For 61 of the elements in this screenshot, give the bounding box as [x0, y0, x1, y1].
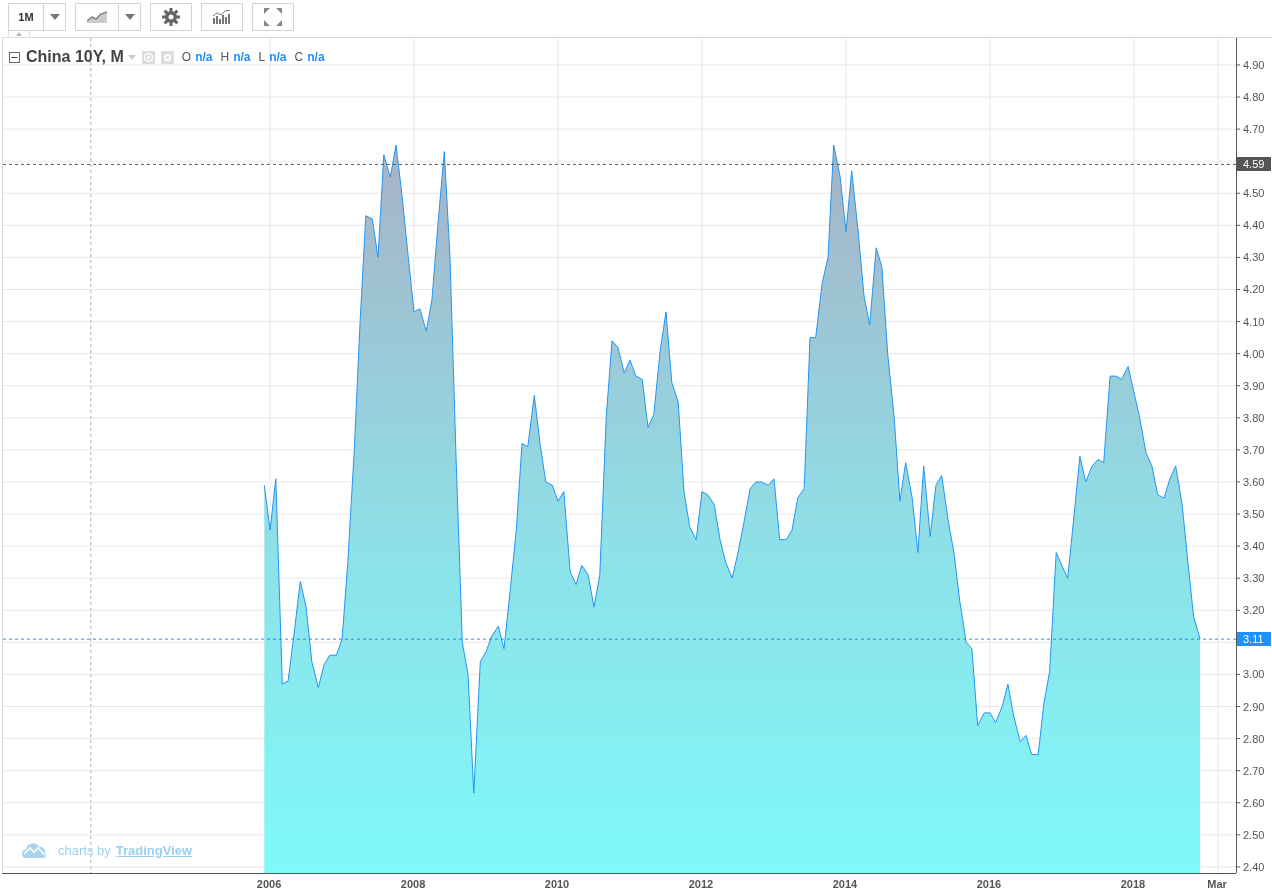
collapse-icon[interactable] [9, 51, 20, 63]
ohlc-value: n/a [233, 50, 251, 64]
price-tick-label: 2.60 [1243, 796, 1265, 809]
indicators-button[interactable] [201, 3, 243, 31]
time-label: 2014 [832, 878, 858, 890]
price-tick-label: 4.40 [1243, 219, 1265, 232]
time-label: 2012 [688, 878, 714, 890]
price-label: 4.59 [1237, 157, 1271, 172]
ohlc-label: H [220, 50, 230, 64]
settings-button[interactable] [150, 3, 192, 31]
interval-button[interactable]: 1M [8, 3, 44, 31]
price-tick-label: 2.70 [1243, 764, 1265, 777]
fullscreen-icon [264, 8, 282, 26]
price-tick-label: 4.80 [1243, 91, 1265, 103]
attribution-text: charts by [58, 842, 111, 858]
time-label: 2010 [544, 878, 570, 890]
cloud-logo-icon [21, 842, 47, 858]
caret-icon [49, 14, 60, 20]
price-tick-label: 4.10 [1243, 315, 1265, 328]
ohlc-value: n/a [269, 50, 287, 64]
triangle-icon [16, 32, 22, 36]
price-tick-label: 4.50 [1243, 187, 1265, 200]
price-label: 3.11 [1237, 632, 1271, 647]
interval-dropdown[interactable] [44, 3, 66, 31]
ohlc-label: L [258, 50, 266, 64]
time-label: 2006 [256, 878, 282, 890]
price-tick-label: 3.80 [1243, 411, 1265, 424]
time-label: Mar [1207, 878, 1227, 890]
price-tick-label: 2.50 [1243, 828, 1265, 841]
price-tick-label: 2.40 [1243, 860, 1265, 873]
caret-icon [124, 14, 135, 20]
price-tick-label: 3.90 [1243, 379, 1265, 392]
area-chart-icon [87, 11, 107, 23]
price-tick-label: 4.20 [1243, 283, 1265, 296]
price-tick-label: 3.40 [1243, 540, 1265, 553]
price-tick-label: 3.20 [1243, 604, 1265, 617]
time-label: 2018 [1120, 878, 1146, 890]
price-tick-label: 4.70 [1243, 123, 1265, 136]
price-tick-label: 3.60 [1243, 475, 1265, 488]
price-tick-label: 3.50 [1243, 508, 1265, 521]
price-tick-label: 2.90 [1243, 700, 1265, 713]
chart-style-dropdown[interactable] [119, 3, 141, 31]
price-tick-label: 3.30 [1243, 572, 1265, 585]
time-label: 2016 [976, 878, 1002, 890]
price-tick-label: 4.00 [1243, 347, 1265, 360]
settings-icon [162, 8, 180, 26]
ohlc-value: n/a [307, 50, 325, 64]
symbol-title: China 10Y, M [26, 48, 124, 66]
price-tick-label: 3.00 [1243, 668, 1265, 681]
collapse-tab[interactable] [8, 31, 30, 38]
ohlc-label: C [294, 50, 304, 64]
price-tick-label: 2.80 [1243, 732, 1265, 745]
price-tick-label: 3.70 [1243, 443, 1265, 456]
ohlc-label: O [181, 50, 192, 64]
fullscreen-button[interactable] [252, 3, 294, 31]
time-label: 2008 [400, 878, 426, 890]
price-tick-label: 4.90 [1243, 58, 1265, 71]
chart-style-button[interactable] [75, 3, 119, 31]
ohlc-value: n/a [195, 50, 213, 64]
bar-chart-icon [213, 10, 231, 24]
price-tick-label: 4.30 [1243, 251, 1265, 264]
